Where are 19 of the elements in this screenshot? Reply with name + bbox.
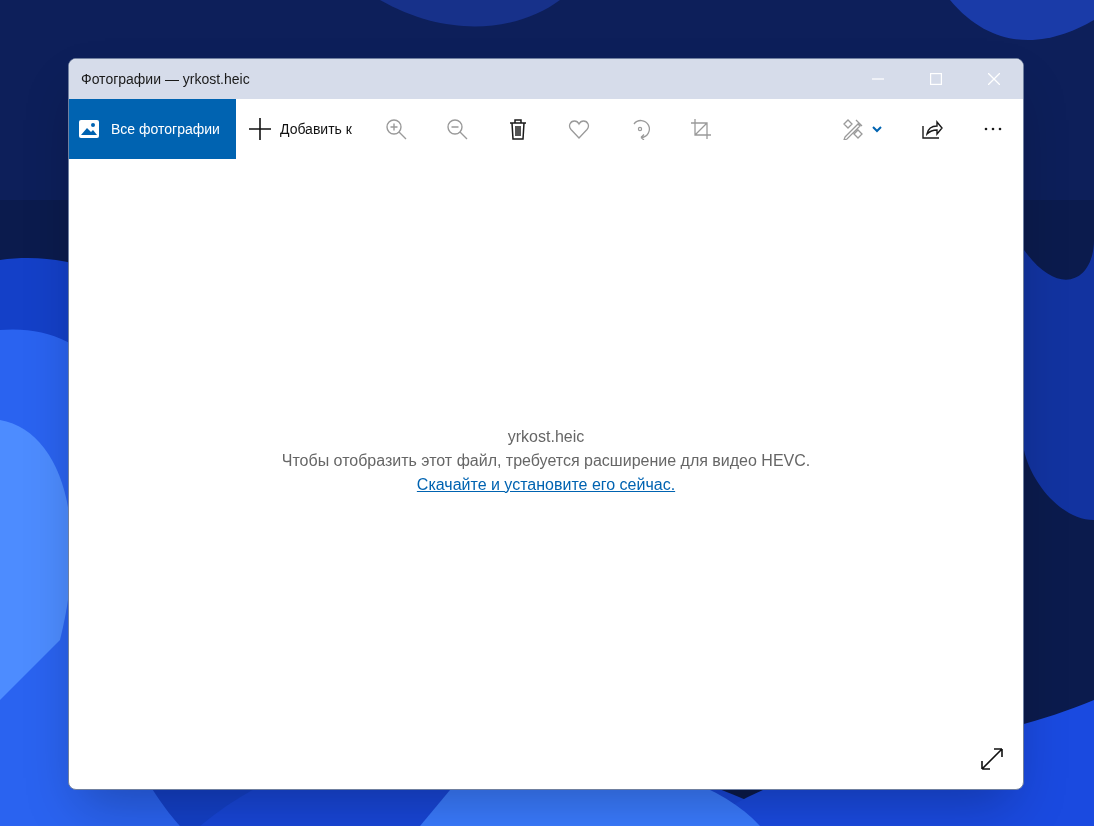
plus-icon xyxy=(249,118,271,140)
pencil-ruler-icon xyxy=(842,118,864,140)
zoom-in-icon xyxy=(384,118,407,140)
all-photos-button[interactable]: Все фотографии xyxy=(69,99,236,159)
close-icon xyxy=(988,73,1000,85)
share-icon xyxy=(921,118,943,140)
fullscreen-icon[interactable] xyxy=(980,747,1004,771)
window-title: Фотографии — yrkost.heic xyxy=(80,69,251,89)
image-icon xyxy=(79,120,99,138)
chevron-down-icon xyxy=(872,125,882,133)
file-name: yrkost.heic xyxy=(507,427,585,447)
more-icon xyxy=(984,127,1002,131)
zoom-out-icon xyxy=(445,118,468,140)
add-to-button[interactable]: Добавить к xyxy=(236,99,362,159)
crop-icon xyxy=(689,118,712,140)
download-link[interactable]: Скачайте и установите его сейчас. xyxy=(416,473,676,497)
message-text: Чтобы отобразить этот файл, требуется расширение для видео HEVC. xyxy=(281,451,811,471)
maximize-icon xyxy=(930,73,942,85)
heart-icon xyxy=(567,118,590,140)
